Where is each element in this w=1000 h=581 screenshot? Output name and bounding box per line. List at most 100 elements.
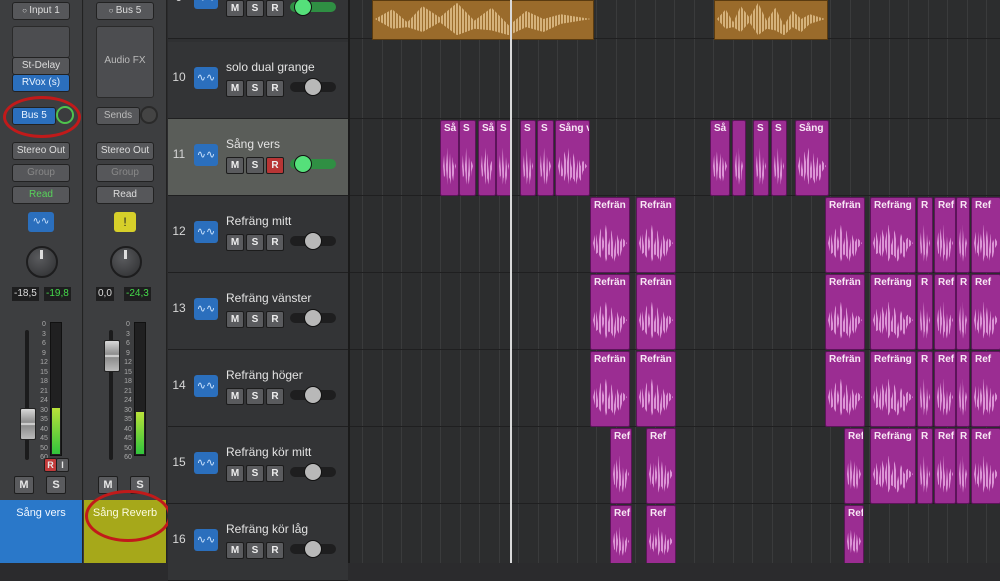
output-slot[interactable]: Stereo Out (12, 142, 70, 160)
track-header-13[interactable]: 13 ∿∿ Refräng vänster M S R (168, 273, 348, 350)
mute-button[interactable]: M (226, 0, 244, 17)
track-volume-slider[interactable] (290, 463, 336, 481)
solo-button[interactable]: S (246, 0, 264, 17)
volume-fader-handle[interactable] (104, 340, 120, 372)
track-name[interactable]: Refräng kör låg (226, 522, 308, 536)
audio-region[interactable]: S (520, 120, 536, 196)
solo-button[interactable]: S (246, 465, 264, 482)
audio-region[interactable]: Sång (795, 120, 829, 196)
audio-region[interactable]: Ref (610, 505, 632, 563)
arrange-area[interactable]: Så S Så S S S Sång v Så S S Sång Refrän Refrän Refrän… (350, 0, 1000, 563)
audio-region[interactable]: Ref (646, 428, 676, 504)
audio-region[interactable]: Refräng (870, 197, 916, 273)
plugin-slot-2[interactable]: RVox (s) (12, 74, 70, 92)
audio-region[interactable]: Ref (844, 505, 864, 563)
audio-region[interactable]: Ref (971, 351, 1000, 427)
audio-region[interactable]: Refrän (636, 197, 676, 273)
track-volume-slider[interactable] (290, 386, 336, 404)
volume-slider-handle[interactable] (304, 540, 322, 558)
volume-slider-handle[interactable] (304, 463, 322, 481)
track-header-16[interactable]: 16 ∿∿ Refräng kör låg M S R (168, 504, 348, 581)
track-header-14[interactable]: 14 ∿∿ Refräng höger M S R (168, 350, 348, 427)
track-volume-slider[interactable] (290, 309, 336, 327)
audio-region[interactable]: Så (478, 120, 496, 196)
audio-region[interactable]: R (956, 428, 970, 504)
audio-region[interactable]: Refrän (636, 351, 676, 427)
solo-button[interactable]: S (246, 80, 264, 97)
solo-button[interactable]: S (246, 234, 264, 251)
group-slot[interactable]: Group (12, 164, 70, 182)
volume-slider-handle[interactable] (304, 309, 322, 327)
audio-region[interactable]: Refräng (870, 274, 916, 350)
volume-slider-handle[interactable] (294, 0, 312, 16)
volume-fader[interactable] (25, 330, 29, 460)
record-button[interactable]: R (266, 0, 284, 17)
audio-region[interactable]: Så (440, 120, 459, 196)
audio-fx-slot[interactable]: Audio FX (96, 26, 154, 98)
record-button[interactable]: R (266, 542, 284, 559)
record-button[interactable]: R (266, 465, 284, 482)
eq-slot[interactable] (12, 26, 70, 58)
solo-button[interactable]: S (46, 476, 66, 494)
group-slot[interactable]: Group (96, 164, 154, 182)
audio-region[interactable]: S (753, 120, 769, 196)
volume-fader-handle[interactable] (20, 408, 36, 440)
audio-region[interactable]: R (917, 197, 933, 273)
solo-button[interactable]: S (246, 388, 264, 405)
record-button[interactable]: R (266, 388, 284, 405)
track-header-11[interactable]: 11 ∿∿ Sång vers M S R (168, 119, 348, 196)
audio-region[interactable]: Ref (646, 505, 676, 563)
automation-mode[interactable]: Read (12, 186, 70, 204)
mute-button[interactable]: M (226, 311, 244, 328)
audio-region[interactable]: Ref (934, 197, 956, 273)
audio-region[interactable]: Sång v (555, 120, 590, 196)
sends-slot[interactable]: Sends (96, 107, 140, 125)
audio-region[interactable]: R (956, 197, 970, 273)
channel-name[interactable]: Sång vers (0, 500, 82, 563)
audio-region[interactable]: Ref (844, 428, 864, 504)
audio-region[interactable]: Ref (971, 197, 1000, 273)
track-header-12[interactable]: 12 ∿∿ Refräng mitt M S R (168, 196, 348, 273)
audio-region[interactable]: Så (710, 120, 730, 196)
audio-region[interactable]: R (917, 351, 933, 427)
audio-region[interactable]: Refrän (636, 274, 676, 350)
audio-region[interactable]: R (917, 428, 933, 504)
volume-slider-handle[interactable] (304, 78, 322, 96)
pan-knob[interactable] (110, 246, 142, 278)
audio-region[interactable]: Ref (934, 351, 956, 427)
volume-slider-handle[interactable] (304, 232, 322, 250)
record-button[interactable]: R (266, 234, 284, 251)
input-slot[interactable]: ○ Bus 5 (96, 2, 154, 20)
solo-button[interactable]: S (246, 542, 264, 559)
audio-region[interactable]: Ref (934, 274, 956, 350)
input-slot[interactable]: ○ Input 1 (12, 2, 70, 20)
track-name[interactable]: Refräng mitt (226, 214, 291, 228)
solo-button[interactable]: S (246, 311, 264, 328)
volume-slider-handle[interactable] (304, 386, 322, 404)
audio-region[interactable]: Ref (610, 428, 632, 504)
pan-knob[interactable] (26, 246, 58, 278)
audio-region[interactable]: S (537, 120, 554, 196)
track-name[interactable]: Refräng vänster (226, 291, 311, 305)
solo-button[interactable]: S (246, 157, 264, 174)
track-volume-slider[interactable] (290, 78, 336, 96)
audio-region[interactable]: Refrän (590, 274, 630, 350)
audio-region[interactable]: R (956, 274, 970, 350)
audio-region[interactable]: Refräng (870, 351, 916, 427)
audio-region[interactable]: Refrän (825, 274, 865, 350)
record-button[interactable]: R (266, 311, 284, 328)
volume-slider-handle[interactable] (294, 155, 312, 173)
track-volume-slider[interactable] (290, 155, 336, 173)
audio-region[interactable]: Refräng (870, 428, 916, 504)
audio-region[interactable]: Ref (971, 274, 1000, 350)
audio-region[interactable] (714, 0, 828, 40)
audio-region[interactable] (732, 120, 746, 196)
audio-region[interactable]: R (917, 274, 933, 350)
audio-region[interactable]: Refrän (590, 197, 630, 273)
mute-button[interactable]: M (226, 465, 244, 482)
audio-region[interactable]: Ref (934, 428, 956, 504)
mute-button[interactable]: M (14, 476, 34, 494)
track-name[interactable]: solo dual grange (226, 60, 315, 74)
send-level-knob[interactable] (140, 106, 158, 124)
track-name[interactable]: Refräng kör mitt (226, 445, 311, 459)
